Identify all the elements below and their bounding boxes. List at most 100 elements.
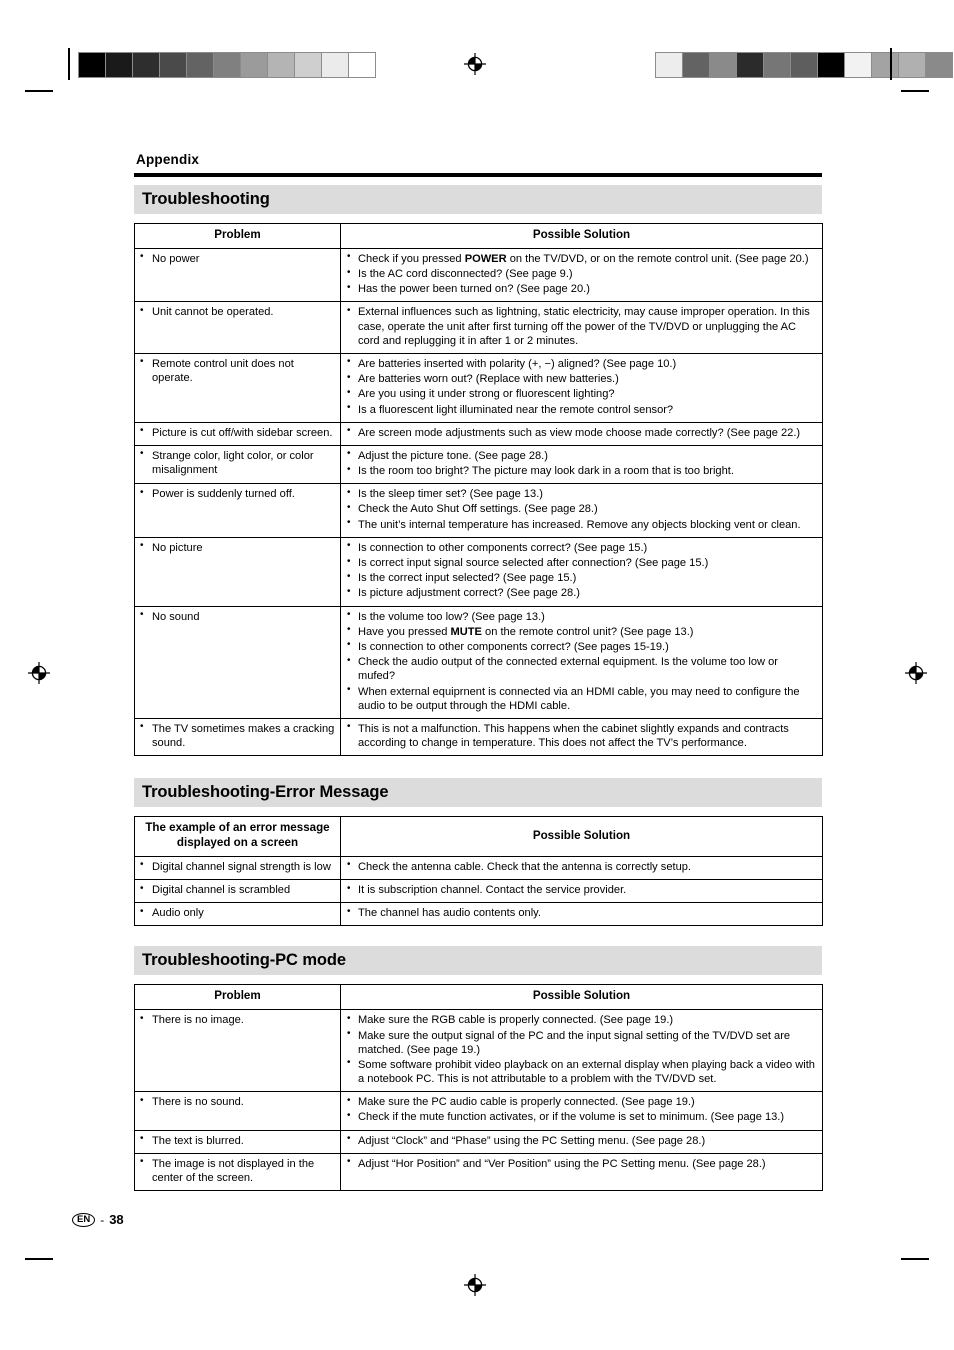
list-item: Is the room too bright? The picture may … [346, 464, 817, 478]
table-row: There is no image. Make sure the RGB cabl… [135, 1010, 823, 1092]
list-item: Is the AC cord disconnected? (See page 9… [346, 267, 817, 281]
list-item: Unit cannot be operated. [140, 305, 335, 319]
list-item: Are batteries inserted with polarity (+,… [346, 357, 817, 371]
table-header-row: The example of an error message displaye… [135, 817, 823, 857]
registration-target-icon-left [28, 662, 50, 684]
list-item: When external equiprnent is connected vi… [346, 685, 817, 713]
table-row: No sound Is the volume too low? (See page… [135, 606, 823, 718]
calibration-swatch-1 [683, 53, 710, 77]
problem-bullet-list: The image is not displayed in the center… [140, 1157, 335, 1185]
problem-bullet-list: Unit cannot be operated. [140, 305, 335, 319]
column-header-solution: Possible Solution [341, 817, 823, 857]
table-row: No power Check if you pressed POWER on th… [135, 248, 823, 302]
list-item: External influences such as lightning, s… [346, 305, 817, 348]
grayscale-calibration-bar-right [655, 52, 953, 78]
table-row: Unit cannot be operated. External influen… [135, 302, 823, 354]
list-item: It is subscription channel. Contact the … [346, 883, 817, 897]
table-row: There is no sound. Make sure the PC audio… [135, 1092, 823, 1130]
solution-cell: Check the antenna cable. Check that the … [341, 856, 823, 879]
list-item: Make sure the RGB cable is properly conn… [346, 1013, 817, 1027]
table-header-row: ProblemPossible Solution [135, 985, 823, 1010]
problem-bullet-list: No sound [140, 610, 335, 624]
solution-cell: Adjust “Clock” and “Phase” using the PC … [341, 1130, 823, 1153]
problem-bullet-list: The TV sometimes makes a cracking sound. [140, 722, 335, 750]
problem-bullet-list: There is no sound. [140, 1095, 335, 1109]
table-row: Digital channel is scrambled It is subscr… [135, 880, 823, 903]
list-item: The TV sometimes makes a cracking sound. [140, 722, 335, 750]
solution-bullet-list: Is the sleep timer set? (See page 13.)Ch… [346, 487, 817, 532]
list-item: Has the power been turned on? (See page … [346, 282, 817, 296]
registration-target-icon-bottom [464, 1274, 486, 1296]
calibration-swatch-10 [926, 53, 952, 77]
calibration-swatch-6 [818, 53, 845, 77]
list-item: No picture [140, 541, 335, 555]
list-item: Is the volume too low? (See page 13.) [346, 610, 817, 624]
solution-bullet-list: Is the volume too low? (See page 13.)Hav… [346, 610, 817, 713]
crop-mark-bottom-left [25, 1258, 53, 1260]
section-header-2: Troubleshooting-Error Message [134, 778, 822, 807]
list-item: No power [140, 252, 335, 266]
list-item: Have you pressed MUTE on the remote cont… [346, 625, 817, 639]
list-item: Is correct input signal source selected … [346, 556, 817, 570]
language-badge: EN [72, 1213, 95, 1227]
list-item: Adjust the picture tone. (See page 28.) [346, 449, 817, 463]
table-row: Digital channel signal strength is low Ch… [135, 856, 823, 879]
problem-bullet-list: Strange color, light color, or color mis… [140, 449, 335, 477]
solution-cell: External influences such as lightning, s… [341, 302, 823, 354]
solution-cell: Is the sleep timer set? (See page 13.)Ch… [341, 484, 823, 538]
calibration-swatch-0 [656, 53, 683, 77]
list-item: Digital channel is scrambled [140, 883, 335, 897]
section-header-3: Troubleshooting-PC mode [134, 946, 822, 975]
list-item: No sound [140, 610, 335, 624]
solution-cell: It is subscription channel. Contact the … [341, 880, 823, 903]
calibration-swatch-8 [295, 53, 322, 77]
problem-cell: Unit cannot be operated. [135, 302, 341, 354]
solution-cell: Adjust the picture tone. (See page 28.)I… [341, 445, 823, 483]
solution-cell: Check if you pressed POWER on the TV/DVD… [341, 248, 823, 302]
list-item: Check the Auto Shut Off settings. (See p… [346, 502, 817, 516]
solution-cell: Is the volume too low? (See page 13.)Hav… [341, 606, 823, 718]
problem-bullet-list: Picture is cut off/with sidebar screen. [140, 426, 335, 440]
list-item: The text is blurred. [140, 1134, 335, 1148]
list-item: Check the audio output of the connected … [346, 655, 817, 683]
troubleshooting-table-1: ProblemPossible SolutionNo powerCheck if… [134, 223, 823, 756]
problem-cell: No power [135, 248, 341, 302]
registration-target-icon-right [905, 662, 927, 684]
section-spacer [134, 926, 822, 946]
solution-bullet-list: External influences such as lightning, s… [346, 305, 817, 348]
list-item: This is not a malfunction. This happens … [346, 722, 817, 750]
problem-bullet-list: Power is suddenly turned off. [140, 487, 335, 501]
table-row: Audio only The channel has audio contents… [135, 903, 823, 926]
problem-bullet-list: The text is blurred. [140, 1134, 335, 1148]
list-item: Some software prohibit video playback on… [346, 1058, 817, 1086]
problem-bullet-list: Digital channel signal strength is low [140, 860, 335, 874]
table-row: Picture is cut off/with sidebar screen.A… [135, 422, 823, 445]
solution-cell: The channel has audio contents only. [341, 903, 823, 926]
problem-cell: Audio only [135, 903, 341, 926]
list-item: The image is not displayed in the center… [140, 1157, 335, 1185]
problem-bullet-list: Digital channel is scrambled [140, 883, 335, 897]
calibration-swatch-4 [187, 53, 214, 77]
list-item: Check if the mute function activates, or… [346, 1110, 817, 1124]
page-number: 38 [109, 1212, 123, 1227]
problem-cell: There is no image. [135, 1010, 341, 1092]
solution-bullet-list: Make sure the RGB cable is properly conn… [346, 1013, 817, 1086]
solution-cell: Adjust “Hor Position” and “Ver Position”… [341, 1153, 823, 1190]
section-title: Troubleshooting-PC mode [142, 951, 346, 970]
list-item: Audio only [140, 906, 335, 920]
solution-cell: Make sure the RGB cable is properly conn… [341, 1010, 823, 1092]
solution-bullet-list: Is connection to other components correc… [346, 541, 817, 601]
solution-bullet-list: Check the antenna cable. Check that the … [346, 860, 817, 874]
list-item: Is picture adjustment correct? (See page… [346, 586, 817, 600]
calibration-swatch-1 [106, 53, 133, 77]
calibration-swatch-9 [899, 53, 926, 77]
section-title: Troubleshooting [142, 190, 270, 209]
trim-tick-right [890, 48, 892, 80]
crop-mark-top-left [25, 90, 53, 92]
troubleshooting-table-2: The example of an error message displaye… [134, 816, 823, 926]
crop-mark-top-right [901, 90, 929, 92]
solution-bullet-list: Make sure the PC audio cable is properly… [346, 1095, 817, 1124]
list-item: Is connection to other components correc… [346, 640, 817, 654]
list-item: Are batteries worn out? (Replace with ne… [346, 372, 817, 386]
problem-cell: Digital channel is scrambled [135, 880, 341, 903]
